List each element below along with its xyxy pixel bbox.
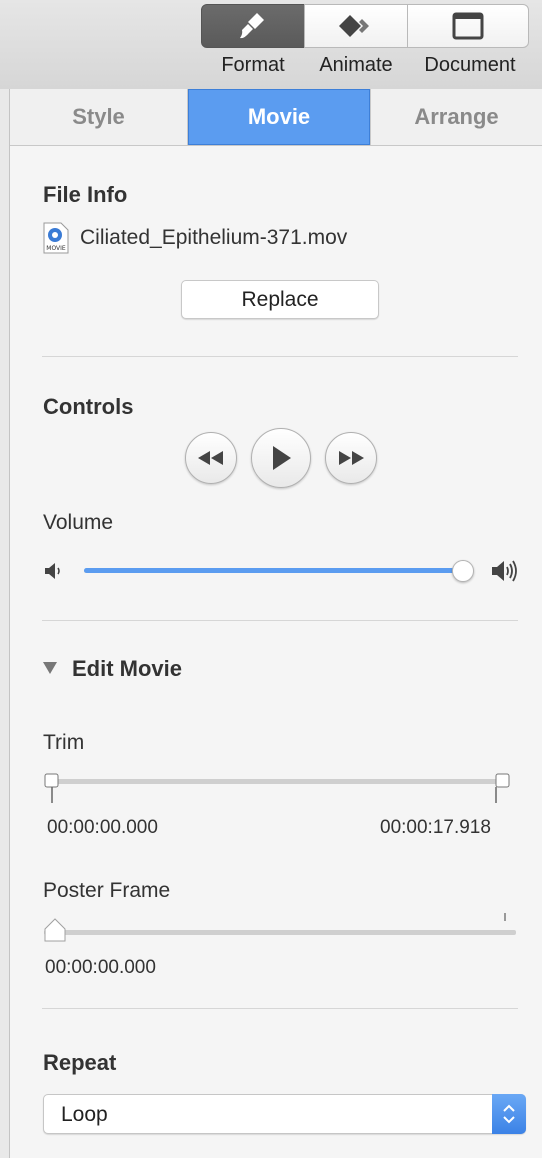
trim-track: [52, 779, 504, 784]
divider: [42, 356, 518, 357]
replace-button[interactable]: Replace: [181, 280, 379, 319]
trim-start-time: 00:00:00.000: [47, 817, 158, 838]
document-icon: [452, 12, 484, 40]
rewind-button[interactable]: [185, 432, 237, 484]
animate-label: Animate: [319, 54, 393, 76]
trim-end-handle[interactable]: [494, 773, 510, 805]
poster-frame-track: [44, 930, 516, 935]
poster-frame-slider-knob[interactable]: [43, 917, 69, 943]
poster-frame-time: 00:00:00.000: [45, 957, 156, 978]
paintbrush-icon: [240, 13, 264, 39]
poster-frame-label: Poster Frame: [43, 879, 171, 902]
tab-arrange[interactable]: Arrange: [370, 89, 542, 145]
movie-file-icon: MOVIE: [43, 222, 69, 254]
document-button[interactable]: [407, 4, 529, 48]
play-button[interactable]: [251, 428, 311, 488]
file-name: Ciliated_Epithelium-371.mov: [80, 226, 348, 249]
chevron-up-down-icon: [503, 1104, 515, 1124]
tab-style[interactable]: Style: [10, 89, 188, 145]
tab-movie[interactable]: Movie: [188, 89, 370, 145]
volume-high-icon: [492, 560, 517, 582]
volume-low-icon: [45, 563, 60, 579]
format-button[interactable]: [201, 4, 305, 48]
popup-arrows: [492, 1094, 526, 1134]
divider: [42, 620, 518, 621]
play-icon: [273, 446, 291, 470]
disclosure-triangle-icon[interactable]: [42, 661, 58, 675]
file-info-heading: File Info: [43, 182, 128, 207]
trim-end-time: 00:00:17.918: [380, 817, 491, 838]
inspector-tabs: Style Movie Arrange: [10, 89, 542, 146]
repeat-heading: Repeat: [43, 1050, 117, 1075]
volume-fill: [84, 568, 463, 573]
fast-forward-icon: [339, 451, 364, 465]
volume-label: Volume: [43, 511, 114, 534]
canvas-edge: [0, 89, 10, 1158]
poster-frame-end-tick: [504, 913, 506, 921]
document-label: Document: [424, 54, 516, 76]
rewind-icon: [198, 451, 223, 465]
format-label: Format: [221, 54, 285, 76]
divider: [42, 1008, 518, 1009]
trim-label: Trim: [43, 731, 85, 754]
controls-heading: Controls: [43, 394, 134, 419]
animate-diamond-icon: [339, 15, 369, 37]
repeat-popup[interactable]: Loop: [43, 1094, 526, 1134]
animate-button[interactable]: [304, 4, 408, 48]
edit-movie-heading: Edit Movie: [72, 656, 183, 681]
movie-file-icon-text: MOVIE: [46, 245, 66, 252]
repeat-selected-value: Loop: [61, 1103, 108, 1126]
toolbar: Format Animate Document: [0, 0, 542, 90]
trim-start-handle[interactable]: [44, 773, 60, 805]
volume-slider-knob[interactable]: [452, 560, 474, 582]
fast-forward-button[interactable]: [325, 432, 377, 484]
